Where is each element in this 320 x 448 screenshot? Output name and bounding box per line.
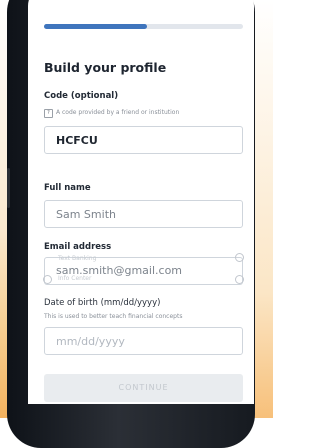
overlay-icon-bottom [235,275,244,284]
code-hint-text: A code provided by a friend or instituti… [56,109,180,116]
dob-field-placeholder: mm/dd/yyyy [56,335,125,348]
code-hint: ? A code provided by a friend or institut… [44,109,179,118]
phone-side-button [7,168,10,208]
dob-hint: This is used to better teach financial c… [44,313,183,320]
full-name-label: Full name [44,183,91,193]
info-icon [43,275,52,284]
code-field-value: HCFCU [56,134,98,147]
progress-bar-fill [44,24,148,29]
dob-label: Date of birth (mm/dd/yyyy) [44,298,161,308]
overlay-item-text-banking: Text Banking [58,255,97,262]
page-title: Build your profile [44,60,167,75]
email-label: Email address [44,242,112,252]
code-field[interactable]: HCFCU [44,126,243,154]
progress-bar [44,24,243,29]
help-icon: ? [44,109,53,118]
full-name-field[interactable]: Sam Smith [44,200,243,228]
dob-field[interactable]: mm/dd/yyyy [44,327,243,355]
overlay-icon-top [235,253,244,262]
code-label: Code (optional) [44,91,119,101]
overlay-item-info-center: Info Center [58,275,92,282]
continue-button[interactable]: CONTINUE [44,374,243,402]
phone-screen: Build your profile Code (optional) ? A co… [28,0,254,404]
full-name-field-value: Sam Smith [56,208,116,221]
phone-frame: Build your profile Code (optional) ? A co… [7,0,255,448]
